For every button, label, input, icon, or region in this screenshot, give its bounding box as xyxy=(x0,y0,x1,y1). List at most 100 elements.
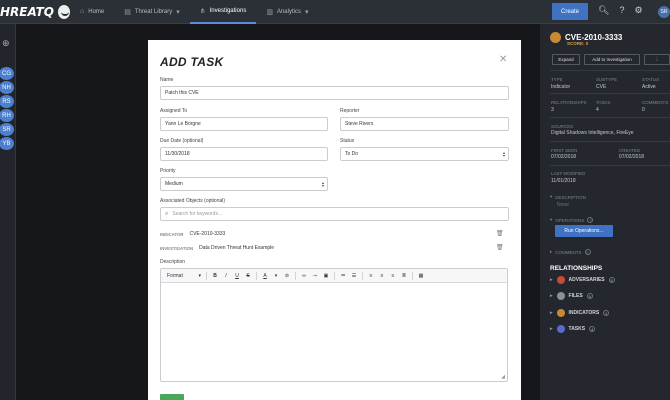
unlink-icon[interactable]: ⊸ xyxy=(312,272,318,280)
gear-icon[interactable]: ⚙ xyxy=(634,5,642,16)
due-date-input[interactable]: 11/30/2018 xyxy=(160,147,328,161)
align-right-icon[interactable]: ≡ xyxy=(390,272,396,280)
rel-files[interactable]: ▸ FILES 0 xyxy=(550,292,593,300)
status-select-value: To Do xyxy=(345,151,359,157)
operations-section[interactable]: ▾ OPERATIONS ? xyxy=(550,217,594,223)
toolbar-divider xyxy=(256,271,257,280)
operations-section-label: OPERATIONS xyxy=(555,217,585,223)
top-navbar: HREATQ ⌂ Home ▤ Threat Library ▾ ⋔ Inves… xyxy=(0,0,670,24)
type-value: Indicator xyxy=(551,84,571,90)
count-badge: 4 xyxy=(589,326,596,332)
close-icon[interactable]: ✕ xyxy=(499,54,507,65)
associated-objects-search[interactable]: ⌕ Search for keywords... xyxy=(160,207,509,221)
collaborator-avatar[interactable]: SR xyxy=(0,123,14,136)
priority-label: Priority xyxy=(160,168,176,174)
score-badge: SCORE: 0 xyxy=(567,41,589,46)
association-type: INVESTIGATION xyxy=(160,245,194,251)
caret-icon: ▸ xyxy=(550,326,553,332)
caret-icon: ▾ xyxy=(550,217,553,222)
bullet-list-icon[interactable]: ☰ xyxy=(351,272,357,280)
align-justify-icon[interactable]: ≣ xyxy=(401,272,407,280)
user-avatar[interactable]: SR xyxy=(658,6,670,18)
description-section[interactable]: ▾ DESCRIPTION xyxy=(550,194,586,200)
clear-format-icon[interactable]: ⊘ xyxy=(284,272,290,280)
bold-button[interactable]: B xyxy=(212,272,218,280)
align-center-icon[interactable]: ≡ xyxy=(379,272,385,280)
caret-icon: ▸ xyxy=(550,277,553,283)
zoom-icon[interactable]: ⊕ xyxy=(2,38,10,49)
italic-button[interactable]: I xyxy=(223,272,229,280)
reporter-input[interactable]: Steve Rivers xyxy=(340,117,509,131)
subtype-value: CVE xyxy=(596,84,607,90)
divider xyxy=(550,141,670,142)
assigned-to-label: Assigned To xyxy=(160,108,188,114)
add-task-modal: ADD TASK ✕ Name Patch this CVE Assigned … xyxy=(148,40,521,400)
resize-handle-icon[interactable]: ◢ xyxy=(501,374,505,380)
nav-investigations[interactable]: ⋔ Investigations xyxy=(189,0,257,24)
comments-section[interactable]: ▸ COMMENTS 0 xyxy=(550,249,591,255)
trash-icon[interactable]: 🗑︎ xyxy=(496,230,504,237)
association-name: Data Driven Threat Hunt Example xyxy=(199,245,275,251)
nav-analytics[interactable]: ▥ Analytics ▾ xyxy=(256,0,318,24)
rel-tasks[interactable]: ▸ TASKS 4 xyxy=(550,325,596,333)
align-left-icon[interactable]: ≡ xyxy=(368,272,374,280)
comments-value: 0 xyxy=(642,107,645,113)
relationships-value: 3 xyxy=(551,107,554,113)
created-value: 07/02/2018 xyxy=(619,154,645,160)
indicator-icon xyxy=(550,32,561,43)
help-icon[interactable]: ? xyxy=(619,5,624,16)
caret-icon: ▸ xyxy=(550,310,553,316)
search-icon: ⌕ xyxy=(165,210,169,217)
first-seen-value: 07/02/2018 xyxy=(551,154,577,160)
rel-adversaries[interactable]: ▸ ADVERSARIES 0 xyxy=(550,276,615,284)
sources-value: Digital Shadows Intelligence, FireEye xyxy=(551,130,634,136)
more-button[interactable]: ⋮ xyxy=(644,54,670,65)
create-button[interactable]: Create xyxy=(552,3,588,20)
trash-icon[interactable]: 🗑︎ xyxy=(496,244,504,251)
analytics-icon: ▥ xyxy=(266,8,273,16)
status-select[interactable]: To Do ▴ ▾ xyxy=(340,147,509,161)
link-icon[interactable]: ∞ xyxy=(301,272,307,280)
nav-investigations-label: Investigations xyxy=(209,7,247,14)
caret-icon: ▸ xyxy=(550,293,553,299)
table-icon[interactable]: ▦ xyxy=(418,272,424,280)
assigned-to-input[interactable]: Yann Le Borgne xyxy=(160,117,328,131)
strikethrough-button[interactable]: S xyxy=(245,272,251,280)
tasks-value: 4 xyxy=(596,107,599,113)
nav-analytics-label: Analytics xyxy=(276,8,301,15)
underline-button[interactable]: U xyxy=(234,272,240,280)
association-type: INDICATOR xyxy=(160,231,184,237)
collaborator-avatar[interactable]: RH xyxy=(0,109,14,122)
count-badge: 1 xyxy=(603,310,610,316)
brand-name: HREATQ xyxy=(0,4,55,19)
description-value: None xyxy=(557,202,569,208)
priority-select[interactable]: Medium ▴ ▾ xyxy=(160,177,328,191)
brand-logo[interactable]: HREATQ xyxy=(0,4,70,19)
collaborator-avatar[interactable]: RS xyxy=(0,95,14,108)
format-dropdown[interactable]: Format ▾ xyxy=(167,272,201,280)
run-operations-button[interactable]: Run Operations... xyxy=(555,225,613,237)
library-icon: ▤ xyxy=(124,8,131,16)
save-button[interactable] xyxy=(160,394,184,400)
status-label: STATUS xyxy=(642,77,660,82)
expand-button[interactable]: Expand xyxy=(552,54,580,65)
search-icon[interactable]: 🔍︎ xyxy=(598,5,609,16)
collaborator-avatar[interactable]: CG xyxy=(0,67,14,80)
nav-threat-library[interactable]: ▤ Threat Library ▾ xyxy=(114,0,190,24)
status-label: Status xyxy=(340,138,355,144)
chevron-down-icon[interactable]: ▾ xyxy=(273,272,279,280)
description-editor[interactable]: Format ▾ B I U S A ▾ ⊘ ∞ ⊸ ▣ ≔ ☰ ≡ ≡ ≡ ≣ xyxy=(160,268,508,382)
add-to-investigation-button[interactable]: Add to Investigation xyxy=(584,54,640,65)
association-row: INVESTIGATION Data Driven Threat Hunt Ex… xyxy=(160,245,504,251)
divider xyxy=(550,93,670,94)
ordered-list-icon[interactable]: ≔ xyxy=(340,272,346,280)
relationships-label: RELATIONSHIPS xyxy=(551,100,587,105)
help-icon: ? xyxy=(587,217,594,223)
collaborator-avatar[interactable]: YB xyxy=(0,137,14,150)
collaborator-avatar[interactable]: NH xyxy=(0,81,14,94)
nav-home[interactable]: ⌂ Home xyxy=(70,0,114,24)
image-icon[interactable]: ▣ xyxy=(323,272,329,280)
text-color-button[interactable]: A xyxy=(262,272,268,280)
rel-indicators[interactable]: ▸ INDICATORS 1 xyxy=(550,309,610,317)
name-input[interactable]: Patch this CVE xyxy=(160,86,509,100)
